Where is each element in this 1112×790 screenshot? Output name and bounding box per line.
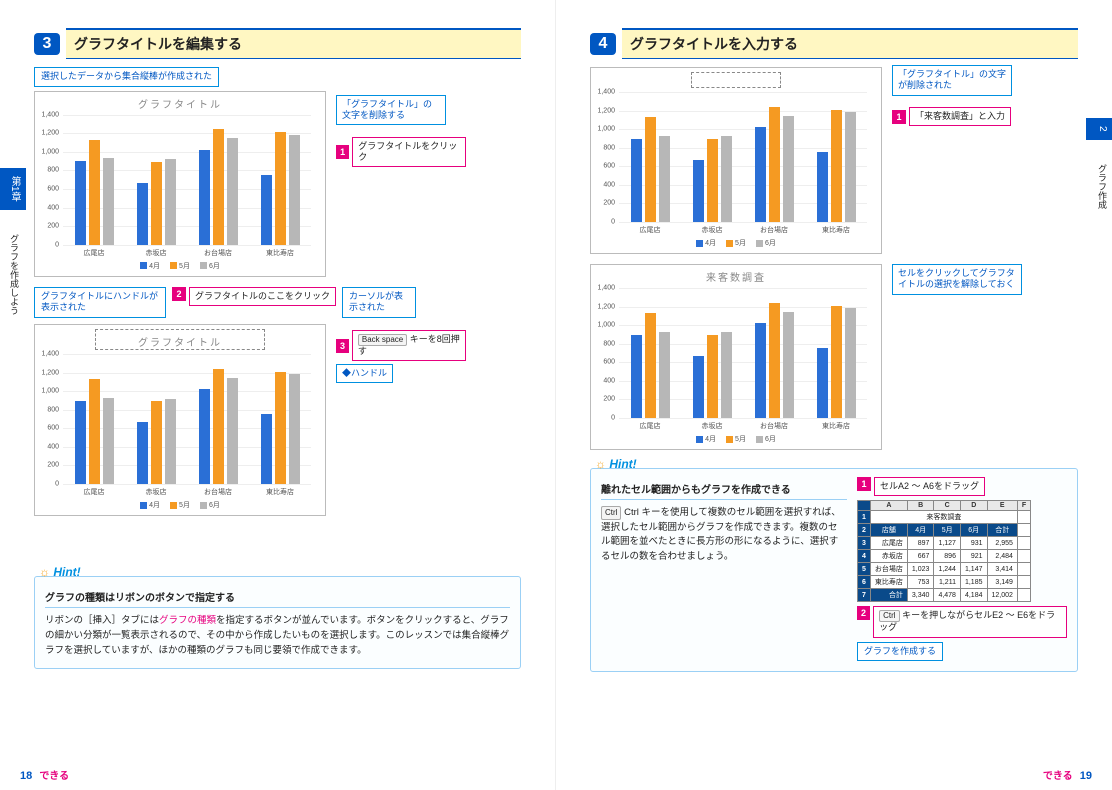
chart-screenshot-1: グラフタイトル 02004006008001,0001,2001,400 広尾店…	[34, 91, 326, 277]
hint-step-marker-1: 1	[857, 477, 871, 491]
step-title: グラフタイトルを編集する	[66, 28, 521, 59]
sidebar-chapter-tab-right: 2	[1086, 118, 1112, 140]
hint-step-marker-2: 2	[857, 606, 870, 620]
hint-annot-create-chart: グラフを作成する	[857, 642, 943, 662]
hint-tag: Hint!	[595, 457, 637, 471]
step-marker-1: 1	[892, 110, 906, 124]
step-heading-4: 4 グラフタイトルを入力する	[590, 28, 1078, 59]
page-right: 2 グラフ作成 4 グラフタイトルを入力する 02004006008001,00…	[556, 0, 1112, 790]
hint-box-right: Hint! 離れたセル範囲からもグラフを作成できる Ctrl Ctrl キーを使…	[590, 468, 1078, 672]
caption-cursor-shown: カーソルが表示された	[342, 287, 416, 318]
hint-annot-ctrl-drag-e2e6: Ctrl Ctrl キーを押しながらセルE2 〜 E6をドラッグキーを押しながら…	[873, 606, 1067, 637]
caption-top: 選択したデータから集合縦棒が作成された	[34, 67, 219, 87]
note-chars-deleted: 「グラフタイトル」の文字が削除された	[892, 65, 1012, 96]
page-left: 第1章 グラフを作成しよう 3 グラフタイトルを編集する 選択したデータから集合…	[0, 0, 556, 790]
note-delete-title-chars: 「グラフタイトル」の文字を削除する	[336, 95, 446, 126]
step-marker-2: 2	[172, 287, 186, 301]
step-number-badge: 4	[590, 33, 616, 55]
step-marker-1: 1	[336, 145, 349, 159]
chart-plot-area: 02004006008001,0001,2001,400	[63, 115, 311, 246]
chart-title-empty	[691, 72, 781, 88]
annot-press-backspace: Back space Backspace キーを8回押すキーを8回押す	[352, 330, 466, 361]
annot-type-title: 「来客数調査」と入力	[909, 107, 1011, 126]
hint-tag: Hint!	[39, 565, 81, 579]
chart-screenshot-4: 来客数調査 02004006008001,0001,2001,400 広尾店赤坂…	[590, 264, 882, 450]
hint-body: Ctrl Ctrl キーを使用して複数のセル範囲を選択すれば、選択したセル範囲か…	[601, 506, 847, 565]
sidebar-chapter-title: グラフを作成しよう	[0, 228, 24, 321]
chart-screenshot-2: グラフタイトル 02004006008001,0001,2001,400 広尾店…	[34, 324, 326, 516]
hint-title: 離れたセル範囲からもグラフを作成できる	[601, 481, 847, 500]
annot-click-here: グラフタイトルのここをクリック	[189, 287, 336, 306]
step-heading-3: 3 グラフタイトルを編集する	[34, 28, 521, 59]
hint-body: リボンの［挿入］タブにはグラフの種類を指定するボタンが並んでいます。ボタンをクリ…	[45, 614, 510, 658]
sidebar-chapter-tab: 第1章	[0, 168, 26, 210]
chart-title-selected: グラフタイトル	[95, 329, 265, 350]
sidebar-chapter-title-right: グラフ作成	[1088, 158, 1112, 215]
caption-handle-shown: グラフタイトルにハンドルが表示された	[34, 287, 166, 318]
page-number-left: 18 できる	[20, 767, 73, 782]
chart-legend: 4月5月6月	[35, 258, 325, 276]
page-number-right: できる 19	[1039, 767, 1092, 782]
annot-click-chart-title: グラフタイトルをクリック	[352, 137, 466, 168]
hint-title: グラフの種類はリボンのボタンで指定する	[45, 589, 510, 608]
step-number-badge: 3	[34, 33, 60, 55]
hint-box-left: Hint! グラフの種類はリボンのボタンで指定する リボンの［挿入］タブにはグラ…	[34, 576, 521, 669]
note-handle: ◆ハンドル	[336, 364, 393, 383]
excel-mini-table: ABCDEF 1来客数調査 2 店舗 4月 5月 6月 合計 3広尾店8971,…	[857, 500, 1031, 602]
chart-title-final: 来客数調査	[591, 265, 881, 284]
chart-screenshot-3: 02004006008001,0001,2001,400 広尾店赤坂店お台場店東…	[590, 67, 882, 254]
hint-annot-drag-a2a6: セルA2 〜 A6をドラッグ	[874, 477, 985, 496]
chart-title-placeholder: グラフタイトル	[35, 92, 325, 111]
step-marker-3: 3	[336, 339, 349, 353]
step-title: グラフタイトルを入力する	[622, 28, 1078, 59]
note-click-cell-deselect: セルをクリックしてグラフタイトルの選択を解除しておく	[892, 264, 1022, 295]
